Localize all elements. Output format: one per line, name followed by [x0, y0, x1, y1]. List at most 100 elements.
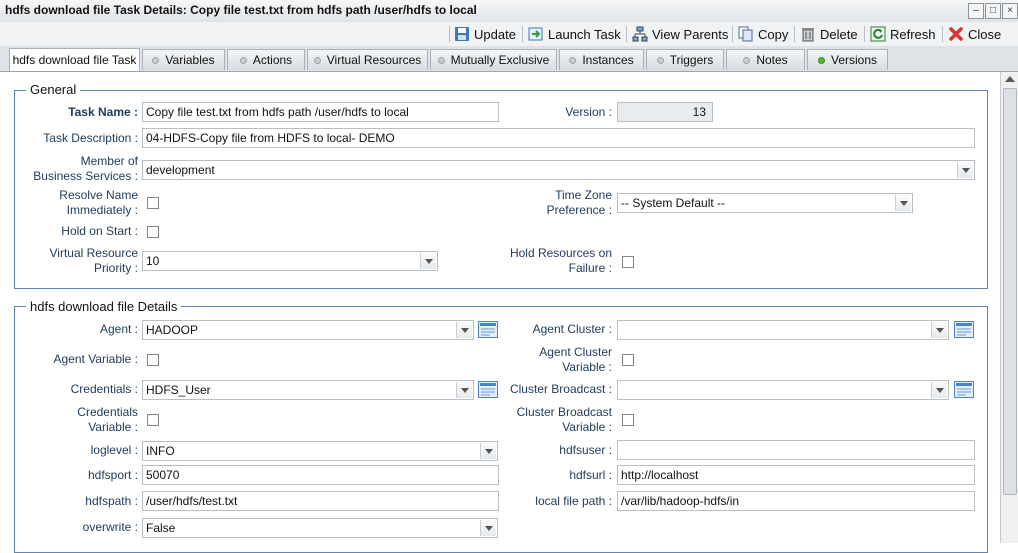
timezone-label-line1: Time Zone	[555, 188, 612, 202]
launch-icon	[528, 27, 543, 41]
agent-select[interactable]: HADOOP	[142, 320, 474, 340]
copy-label: Copy	[758, 26, 789, 42]
cluster-broadcast-variable-line1: Cluster Broadcast	[516, 405, 612, 419]
tab-bar: hdfs download file Task Variables Action…	[0, 46, 1018, 72]
loglevel-select[interactable]: INFO	[142, 441, 498, 461]
status-dot-icon	[152, 56, 160, 64]
credentials-value: HDFS_User	[146, 383, 211, 397]
tab-triggers[interactable]: Triggers	[646, 49, 724, 70]
hold-on-start-checkbox[interactable]	[147, 226, 159, 238]
hdfsuser-input[interactable]	[617, 440, 975, 460]
close-button[interactable]: Close	[948, 24, 1001, 44]
hdfsport-input[interactable]: 50070	[142, 465, 499, 485]
vr-priority-select[interactable]: 10	[142, 251, 438, 271]
credentials-variable-label: Credentials Variable :	[20, 405, 138, 435]
general-legend: General	[26, 82, 81, 97]
scrollbar-thumb[interactable]	[1003, 88, 1017, 495]
chevron-down-icon[interactable]	[931, 382, 947, 398]
cluster-broadcast-label: Cluster Broadcast :	[509, 382, 612, 396]
cluster-broadcast-variable-checkbox[interactable]	[622, 414, 634, 426]
toolbar-separator	[794, 26, 795, 42]
delete-button[interactable]: Delete	[800, 24, 858, 44]
agent-variable-checkbox[interactable]	[147, 354, 159, 366]
toolbar: Update Launch Task View Parents Copy Del…	[0, 22, 1018, 46]
tab-virtual-resources[interactable]: Virtual Resources	[307, 49, 428, 70]
chevron-down-icon[interactable]	[420, 253, 436, 269]
resolve-name-checkbox[interactable]	[147, 197, 159, 209]
minimize-icon[interactable]: –	[968, 3, 984, 19]
hold-on-start-label: Hold on Start :	[61, 224, 138, 238]
credentials-variable-line2: Variable :	[88, 420, 138, 434]
chevron-down-icon[interactable]	[957, 162, 973, 178]
details-form-icon[interactable]	[954, 321, 974, 338]
task-description-label: Task Description :	[43, 131, 138, 145]
refresh-label: Refresh	[890, 26, 936, 42]
chevron-down-icon[interactable]	[456, 382, 472, 398]
agent-cluster-select[interactable]	[617, 320, 949, 340]
tab-label: Triggers	[669, 53, 714, 67]
credentials-select[interactable]: HDFS_User	[142, 380, 474, 400]
cluster-broadcast-variable-label: Cluster Broadcast Variable :	[480, 405, 612, 435]
maximize-icon[interactable]: □	[985, 3, 1001, 19]
tab-notes[interactable]: Notes	[726, 49, 805, 70]
hdfsport-label: hdfsport :	[87, 468, 138, 482]
chevron-down-icon[interactable]	[456, 322, 472, 338]
details-form-icon[interactable]	[954, 381, 974, 398]
credentials-variable-checkbox[interactable]	[147, 414, 159, 426]
hdfsurl-label: hdfsurl :	[569, 468, 612, 482]
hdfsurl-input[interactable]: http://localhost	[617, 465, 975, 485]
resolve-label-line1: Resolve Name	[59, 188, 138, 202]
hold-resources-checkbox[interactable]	[622, 256, 634, 268]
vr-priority-label-line1: Virtual Resource	[49, 246, 139, 260]
scroll-up-icon[interactable]	[1005, 76, 1015, 82]
chevron-down-icon[interactable]	[480, 520, 496, 536]
refresh-button[interactable]: Refresh	[870, 24, 936, 44]
agent-cluster-label: Agent Cluster :	[532, 322, 612, 336]
tab-actions[interactable]: Actions	[227, 49, 305, 70]
hdfspath-label: hdfspath :	[85, 494, 138, 508]
business-services-select[interactable]: development	[142, 160, 975, 180]
close-window-icon[interactable]: ×	[1002, 3, 1018, 19]
cluster-broadcast-variable-line2: Variable :	[562, 420, 612, 434]
tab-versions[interactable]: Versions	[807, 49, 888, 70]
overwrite-label: overwrite :	[82, 520, 138, 534]
credentials-label: Credentials :	[70, 382, 138, 396]
local-file-path-label: local file path :	[535, 494, 612, 508]
view-parents-button[interactable]: View Parents	[632, 24, 728, 44]
local-file-path-input[interactable]: /var/lib/hadoop-hdfs/in	[617, 491, 975, 511]
tab-variables[interactable]: Variables	[142, 49, 225, 70]
timezone-select[interactable]: -- System Default --	[617, 193, 913, 213]
loglevel-label: loglevel :	[90, 443, 138, 457]
toolbar-separator	[449, 26, 450, 42]
agent-cluster-variable-checkbox[interactable]	[622, 354, 634, 366]
hold-resources-label-line1: Hold Resources on	[509, 246, 612, 260]
version-field: 13	[617, 102, 713, 122]
cluster-broadcast-select[interactable]	[617, 380, 949, 400]
hdfspath-input[interactable]: /user/hdfs/test.txt	[142, 491, 499, 511]
toolbar-separator	[732, 26, 733, 42]
chevron-down-icon[interactable]	[895, 195, 911, 211]
details-legend: hdfs download file Details	[26, 299, 182, 314]
save-icon	[455, 27, 469, 41]
close-label: Close	[968, 26, 1002, 42]
task-name-input[interactable]: Copy file test.txt from hdfs path /user/…	[142, 102, 499, 122]
tab-label: Actions	[252, 53, 293, 67]
status-dot-icon	[569, 56, 577, 64]
vr-priority-label: Virtual Resource Priority :	[20, 246, 139, 276]
tab-instances[interactable]: Instances	[559, 49, 644, 70]
hierarchy-icon	[632, 26, 648, 42]
toolbar-separator	[942, 26, 943, 42]
copy-button[interactable]: Copy	[738, 24, 788, 44]
timezone-label-line2: Preference :	[546, 203, 612, 217]
tab-mutually-exclusive[interactable]: Mutually Exclusive	[430, 49, 557, 70]
vertical-scrollbar[interactable]	[1000, 72, 1018, 543]
task-description-input[interactable]: 04-HDFS-Copy file from HDFS to local- DE…	[142, 128, 975, 148]
chevron-down-icon[interactable]	[931, 322, 947, 338]
status-dot-icon	[743, 56, 751, 64]
overwrite-select[interactable]: False	[142, 518, 498, 538]
tab-task[interactable]: hdfs download file Task	[9, 48, 140, 71]
task-name-label: Task Name :	[68, 105, 138, 119]
tab-label: Notes	[756, 53, 788, 67]
launch-task-button[interactable]: Launch Task	[528, 24, 621, 44]
update-button[interactable]: Update	[454, 24, 516, 44]
